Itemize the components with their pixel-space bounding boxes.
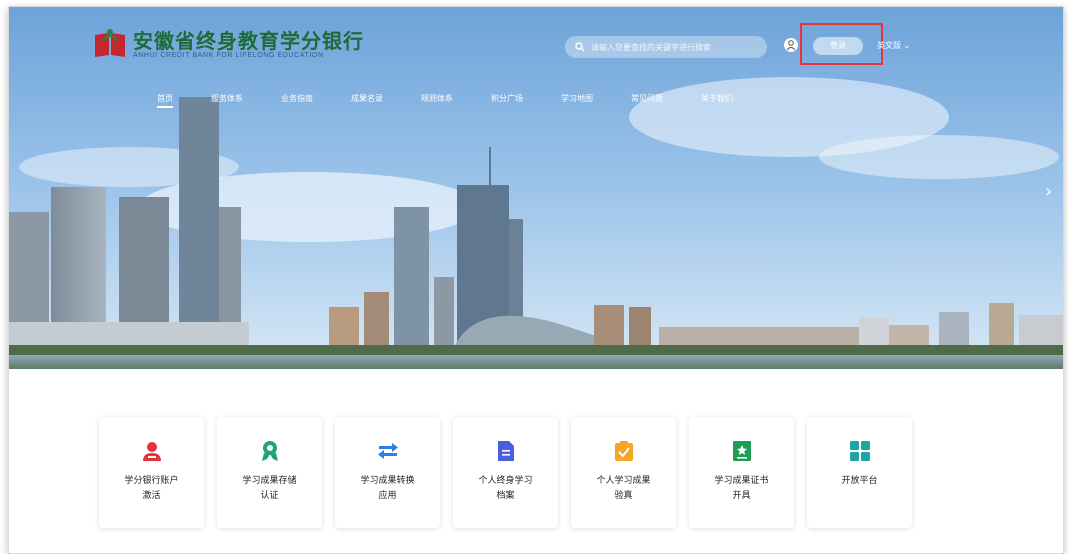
- logo-subtitle: ANHUI CREDIT BANK FOR LIFELONG EDUCATION: [133, 51, 324, 59]
- card-label-line1: 开放平台: [841, 476, 878, 486]
- user-icon: [141, 440, 163, 462]
- login-highlight-box: [800, 23, 883, 65]
- card-achievement-storage[interactable]: 学习成果存储 认证: [217, 417, 322, 528]
- card-label-line2: 验真: [614, 491, 633, 501]
- card-achievement-verification[interactable]: 个人学习成果 验真: [571, 417, 676, 528]
- hero-banner: 安徽省终身教育学分银行 ANHUI CREDIT BANK FOR LIFELO…: [9, 7, 1063, 369]
- card-label-line1: 个人终身学习: [478, 476, 533, 486]
- nav-business-guide[interactable]: 业务指南: [281, 93, 313, 108]
- site-logo[interactable]: 安徽省终身教育学分银行 ANHUI CREDIT BANK FOR LIFELO…: [93, 27, 364, 61]
- chevron-right-icon[interactable]: ›: [1045, 181, 1052, 202]
- nav-about-us[interactable]: 关于我们: [701, 93, 733, 108]
- clipboard-check-icon: [613, 440, 635, 462]
- award-icon: [259, 440, 281, 462]
- search-input[interactable]: [589, 41, 763, 53]
- nav-achievement-list[interactable]: 成果名录: [351, 93, 383, 108]
- user-avatar-icon[interactable]: [784, 38, 798, 52]
- card-label-line2: 档案: [496, 491, 515, 501]
- city-skyline-image: [9, 7, 1063, 369]
- card-label-line2: 应用: [378, 491, 397, 501]
- card-account-activation[interactable]: 学分银行账户 激活: [99, 417, 204, 528]
- certificate-icon: [731, 440, 753, 462]
- nav-learning-map[interactable]: 学习地图: [561, 93, 593, 108]
- card-label-line1: 学习成果存储: [242, 476, 297, 486]
- nav-faq[interactable]: 常见问题: [631, 93, 663, 108]
- card-label-line1: 个人学习成果: [596, 476, 651, 486]
- card-lifelong-archive[interactable]: 个人终身学习 档案: [453, 417, 558, 528]
- nav-rules[interactable]: 规则体系: [421, 93, 453, 108]
- card-open-platform[interactable]: 开放平台: [807, 417, 912, 528]
- grid-icon: [849, 440, 871, 462]
- language-switch[interactable]: 英文版 ⌄: [877, 40, 910, 51]
- document-icon: [495, 440, 517, 462]
- search-box[interactable]: [565, 36, 767, 58]
- nav-home[interactable]: 首页: [157, 93, 173, 108]
- service-cards: 学分银行账户 激活 学习成果存储 认证 学习成果转换 应用 个人终身学习 档案 个人学习…: [99, 417, 925, 528]
- card-label-line2: 认证: [260, 491, 279, 501]
- nav-points-square[interactable]: 积分广场: [491, 93, 523, 108]
- card-label-line1: 学习成果转换: [360, 476, 415, 486]
- card-achievement-conversion[interactable]: 学习成果转换 应用: [335, 417, 440, 528]
- exchange-icon: [377, 440, 399, 462]
- search-icon: [575, 42, 585, 52]
- main-nav: 首页 服务体系 业务指南 成果名录 规则体系 积分广场 学习地图 常见问题 关于…: [157, 93, 771, 108]
- card-label-line1: 学分银行账户: [124, 476, 179, 486]
- nav-service-system[interactable]: 服务体系: [211, 93, 243, 108]
- card-label-line2: 开具: [732, 491, 751, 501]
- card-certificate-issue[interactable]: 学习成果证书 开具: [689, 417, 794, 528]
- card-label-line1: 学习成果证书: [714, 476, 769, 486]
- card-label-line2: 激活: [142, 491, 161, 501]
- logo-title: 安徽省终身教育学分银行: [133, 28, 364, 53]
- browser-frame: 安徽省终身教育学分银行 ANHUI CREDIT BANK FOR LIFELO…: [8, 6, 1064, 554]
- book-logo-icon: [93, 27, 127, 61]
